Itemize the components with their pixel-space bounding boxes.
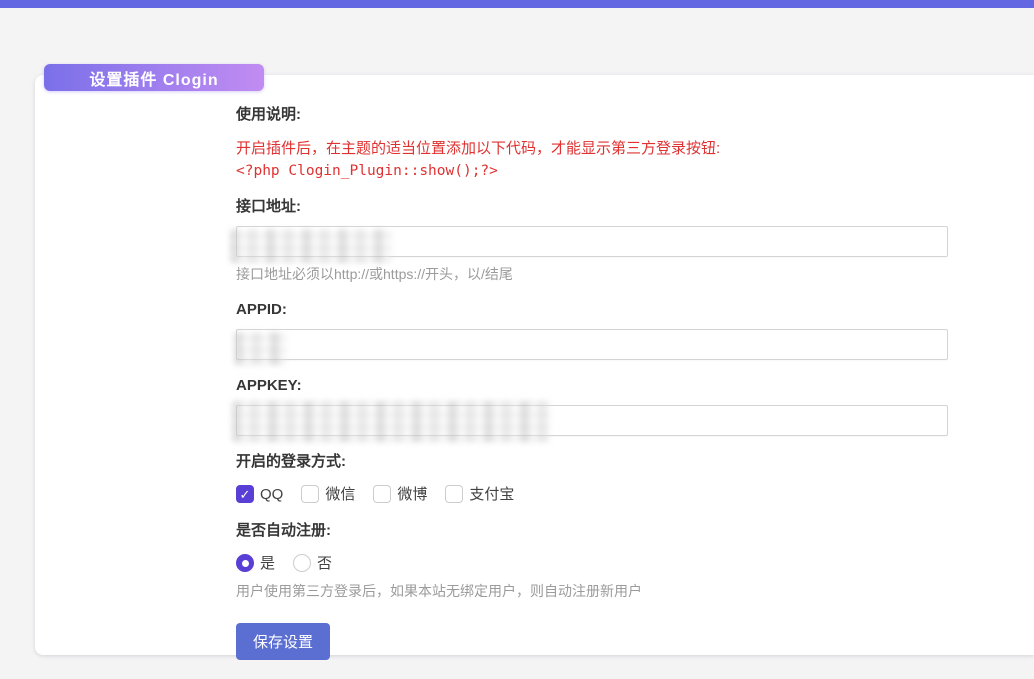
- alipay-checkbox[interactable]: ✓: [445, 485, 463, 503]
- api-url-input-wrap: [236, 226, 948, 257]
- qq-checkbox-label: QQ: [260, 487, 283, 502]
- appid-input[interactable]: [236, 329, 948, 360]
- appkey-label: APPKEY:: [236, 376, 994, 396]
- wechat-checkbox[interactable]: ✓: [301, 485, 319, 503]
- usage-label: 使用说明:: [236, 105, 994, 125]
- login-methods-label: 开启的登录方式:: [236, 452, 994, 472]
- api-url-label: 接口地址:: [236, 197, 994, 217]
- appkey-input[interactable]: [236, 405, 948, 436]
- yes-radio[interactable]: [236, 554, 254, 572]
- api-url-field-group: 接口地址: 接口地址必须以http://或https://开头，以/结尾: [236, 197, 994, 284]
- auto-register-yes[interactable]: 是: [236, 554, 275, 572]
- login-method-wechat[interactable]: ✓ 微信: [301, 485, 355, 503]
- wechat-checkbox-label: 微信: [325, 487, 355, 502]
- weibo-checkbox-label: 微博: [397, 487, 427, 502]
- appid-label: APPID:: [236, 300, 994, 320]
- login-methods-options: ✓ QQ ✓ 微信 ✓ 微博 ✓ 支付宝: [236, 483, 994, 505]
- usage-code-snippet: <?php Clogin_Plugin::show();?>: [236, 160, 994, 183]
- login-method-weibo[interactable]: ✓ 微博: [373, 485, 427, 503]
- auto-register-label: 是否自动注册:: [236, 521, 994, 541]
- appkey-input-wrap: [236, 405, 948, 436]
- no-radio[interactable]: [293, 554, 311, 572]
- save-settings-button[interactable]: 保存设置: [236, 623, 330, 660]
- top-accent-bar: [0, 0, 1034, 8]
- auto-register-options: 是 否: [236, 552, 994, 574]
- login-method-qq[interactable]: ✓ QQ: [236, 485, 283, 503]
- api-url-help-text: 接口地址必须以http://或https://开头，以/结尾: [236, 265, 994, 284]
- usage-warning-text: 开启插件后，在主题的适当位置添加以下代码，才能显示第三方登录按钮:: [236, 138, 994, 160]
- appid-input-wrap: [236, 329, 948, 360]
- usage-section: 使用说明: 开启插件后，在主题的适当位置添加以下代码，才能显示第三方登录按钮: …: [236, 105, 994, 183]
- settings-card: 设置插件 Clogin 使用说明: 开启插件后，在主题的适当位置添加以下代码，才…: [35, 75, 1034, 655]
- appid-field-group: APPID:: [236, 300, 994, 360]
- api-url-input[interactable]: [236, 226, 948, 257]
- auto-register-group: 是否自动注册: 是 否 用户使用第三方登录后，如果本站无绑定用户，则自动注册新用…: [236, 521, 994, 601]
- page-title-badge: 设置插件 Clogin: [44, 64, 264, 91]
- settings-form: 使用说明: 开启插件后，在主题的适当位置添加以下代码，才能显示第三方登录按钮: …: [35, 75, 1034, 660]
- login-methods-group: 开启的登录方式: ✓ QQ ✓ 微信 ✓ 微博 ✓ 支付宝: [236, 452, 994, 505]
- radio-dot: [242, 560, 249, 567]
- check-icon: ✓: [240, 488, 251, 501]
- auto-register-no[interactable]: 否: [293, 554, 332, 572]
- weibo-checkbox[interactable]: ✓: [373, 485, 391, 503]
- page-title: 设置插件 Clogin: [89, 66, 218, 90]
- no-radio-label: 否: [317, 556, 332, 571]
- appkey-field-group: APPKEY:: [236, 376, 994, 436]
- alipay-checkbox-label: 支付宝: [469, 487, 514, 502]
- plugin-settings-page: { "colors": { "bg": "#f4f4f5", "card": "…: [0, 0, 1034, 679]
- yes-radio-label: 是: [260, 556, 275, 571]
- login-method-alipay[interactable]: ✓ 支付宝: [445, 485, 514, 503]
- qq-checkbox[interactable]: ✓: [236, 485, 254, 503]
- auto-register-help-text: 用户使用第三方登录后，如果本站无绑定用户，则自动注册新用户: [236, 582, 994, 601]
